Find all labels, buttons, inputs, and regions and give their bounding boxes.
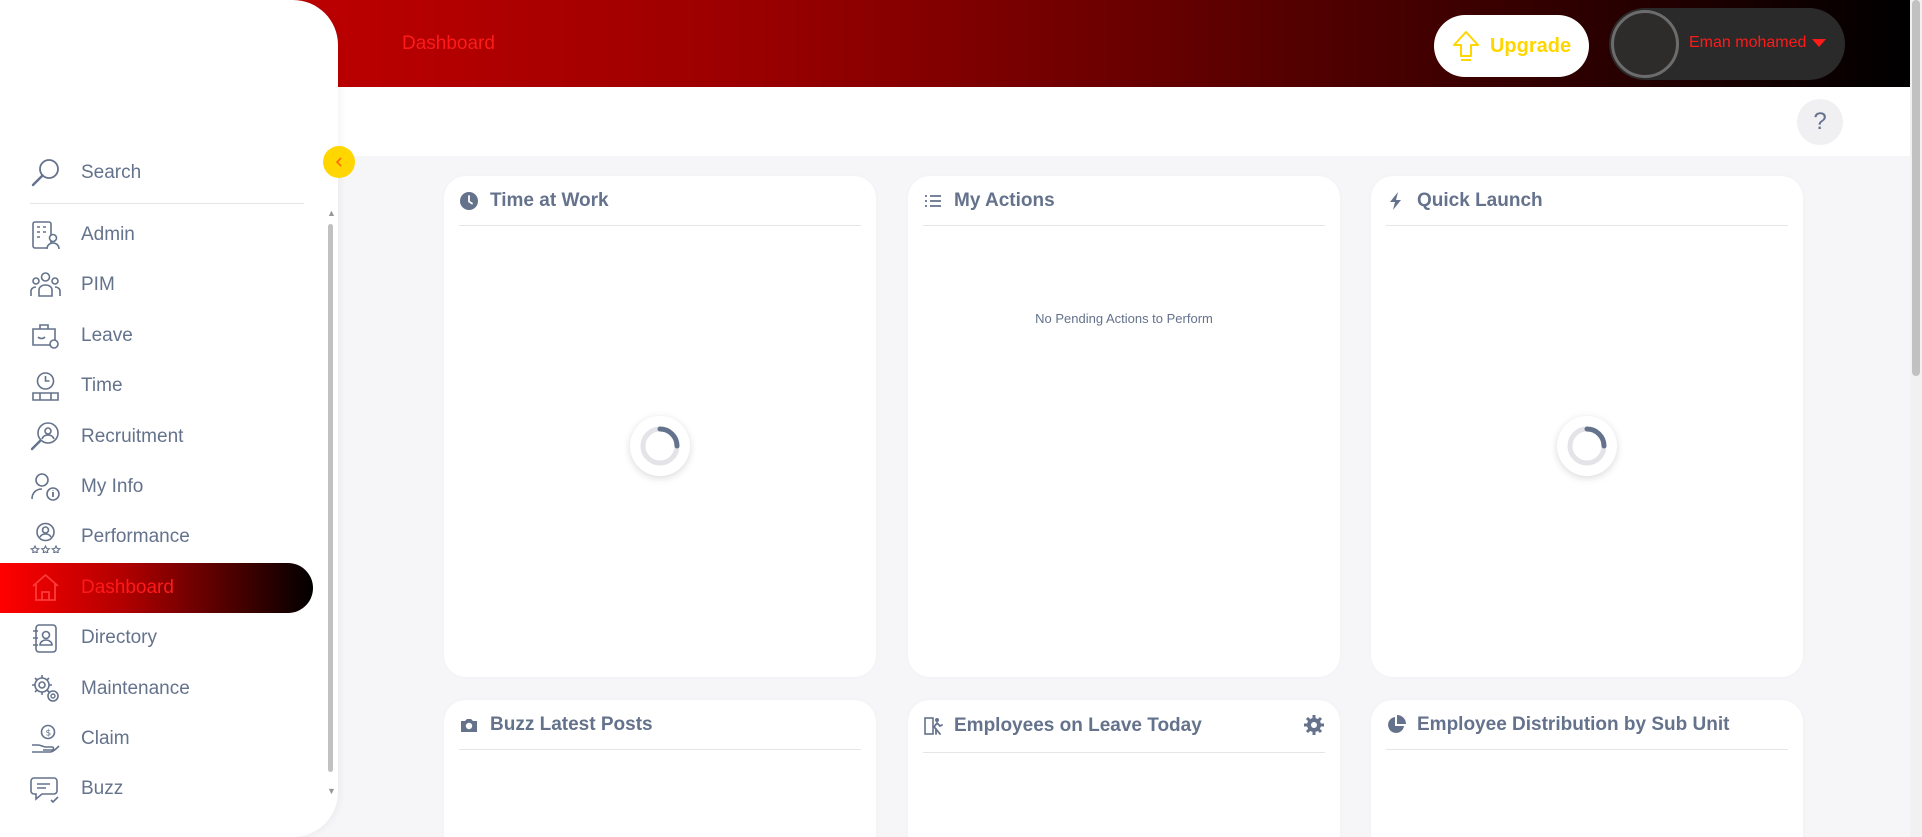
sidebar-item-leave[interactable]: Leave <box>0 311 313 361</box>
sidebar-item-pim[interactable]: PIM <box>0 260 313 310</box>
sidebar-item-label: Buzz <box>81 778 124 800</box>
widget-header: Employees on Leave Today <box>923 700 1325 753</box>
widget-title: Buzz Latest Posts <box>490 713 653 735</box>
widget-header: Employee Distribution by Sub Unit <box>1386 700 1788 750</box>
spinner-icon <box>1567 426 1607 466</box>
upgrade-label: Upgrade <box>1489 34 1572 57</box>
sidebar-item-maintenance[interactable]: Maintenance <box>0 664 313 714</box>
sidebar-item-buzz[interactable]: Buzz <box>0 764 313 814</box>
sidebar: Search Admin PIM Leave Time Recruitment … <box>0 0 338 837</box>
time-icon <box>32 371 59 401</box>
sidebar-item-claim[interactable]: $ Claim <box>0 714 313 764</box>
sidebar-item-label: Dashboard <box>81 576 174 598</box>
sidebar-scrollbar[interactable]: ▲ ▼ <box>327 208 336 796</box>
scroll-up-icon[interactable]: ▲ <box>327 208 336 218</box>
home-icon <box>32 574 59 602</box>
sidebar-item-label: Leave <box>81 324 133 346</box>
sidebar-item-label: Performance <box>81 526 190 548</box>
claim-icon: $ <box>32 725 60 754</box>
list-icon <box>925 194 941 207</box>
sidebar-item-admin[interactable]: Admin <box>0 210 313 260</box>
widget-title: Time at Work <box>490 189 609 211</box>
page-scrollbar[interactable] <box>1910 0 1922 837</box>
sidebar-collapse-button[interactable] <box>323 146 355 178</box>
widget-employees-on-leave: Employees on Leave Today <box>908 700 1340 837</box>
directory-icon <box>33 623 57 653</box>
svg-text:$: $ <box>46 729 52 739</box>
page-title: Dashboard <box>402 33 495 54</box>
search-icon <box>31 158 59 186</box>
widget-quick-launch: Quick Launch <box>1371 176 1803 677</box>
sidebar-item-label: Claim <box>81 727 130 749</box>
sidebar-item-performance[interactable]: Performance <box>0 512 313 562</box>
widget-title: My Actions <box>954 189 1055 211</box>
scroll-down-icon[interactable]: ▼ <box>327 786 336 796</box>
sidebar-scroll-thumb[interactable] <box>328 224 333 772</box>
widget-title: Quick Launch <box>1417 189 1543 211</box>
sidebar-item-label: Admin <box>81 224 135 245</box>
loading-spinner <box>630 416 690 476</box>
buzz-icon <box>30 776 59 803</box>
widget-my-actions: My Actions No Pending Actions to Perform <box>908 176 1340 677</box>
widget-title: Employee Distribution by Sub Unit <box>1417 713 1730 735</box>
widget-buzz-latest-posts: Buzz Latest Posts <box>444 700 876 837</box>
widget-employee-distribution: Employee Distribution by Sub Unit <box>1371 700 1803 837</box>
loading-spinner <box>1557 416 1617 476</box>
sidebar-item-label: Time <box>81 375 123 397</box>
upgrade-arrow-icon <box>1452 31 1479 61</box>
widget-header: Time at Work <box>459 176 861 226</box>
empty-state-text: No Pending Actions to Perform <box>1035 311 1213 326</box>
sidebar-item-label: Recruitment <box>81 425 184 447</box>
leave-person-icon <box>924 717 943 735</box>
search-label: Search <box>81 161 142 183</box>
avatar[interactable] <box>1611 10 1679 78</box>
spinner-icon <box>640 426 680 466</box>
gear-icon[interactable] <box>1303 714 1325 736</box>
clock-icon <box>460 191 478 210</box>
sidebar-item-my-info[interactable]: My Info <box>0 462 313 512</box>
widget-title: Employees on Leave Today <box>954 715 1202 736</box>
help-button[interactable]: ? <box>1797 99 1843 145</box>
sidebar-item-directory[interactable]: Directory <box>0 613 313 663</box>
leave-icon <box>32 324 59 350</box>
sidebar-item-recruitment[interactable]: Recruitment <box>0 412 313 462</box>
upgrade-button[interactable]: Upgrade <box>1434 15 1589 77</box>
recruitment-icon <box>30 422 59 451</box>
sidebar-nav: Admin PIM Leave Time Recruitment My Info… <box>0 210 320 815</box>
widget-header: Buzz Latest Posts <box>459 700 861 750</box>
lightning-icon <box>1390 191 1401 210</box>
my-info-icon <box>31 473 60 502</box>
page-scroll-thumb[interactable] <box>1912 0 1920 376</box>
widget-header: My Actions <box>923 176 1325 226</box>
sidebar-item-label: Directory <box>81 627 158 649</box>
pim-icon <box>30 272 61 297</box>
performance-icon <box>30 522 61 553</box>
chevron-left-icon <box>335 157 342 167</box>
sidebar-item-time[interactable]: Time <box>0 361 313 411</box>
sidebar-item-label: My Info <box>81 475 144 497</box>
sub-header <box>330 87 1910 156</box>
user-dropdown[interactable]: Eman mohamed <box>1609 8 1845 80</box>
user-name: Eman mohamed <box>1689 34 1807 51</box>
maintenance-icon <box>32 675 59 702</box>
admin-icon <box>32 220 60 249</box>
widget-time-at-work: Time at Work <box>444 176 876 677</box>
pie-chart-icon <box>1388 714 1406 733</box>
sidebar-item-dashboard[interactable]: Dashboard <box>0 562 313 613</box>
widget-header: Quick Launch <box>1386 176 1788 226</box>
camera-icon <box>461 718 477 732</box>
sidebar-item-label: PIM <box>81 274 115 296</box>
sidebar-search[interactable]: Search <box>30 142 304 204</box>
sidebar-item-label: Maintenance <box>81 677 190 699</box>
caret-down-icon <box>1812 38 1827 47</box>
